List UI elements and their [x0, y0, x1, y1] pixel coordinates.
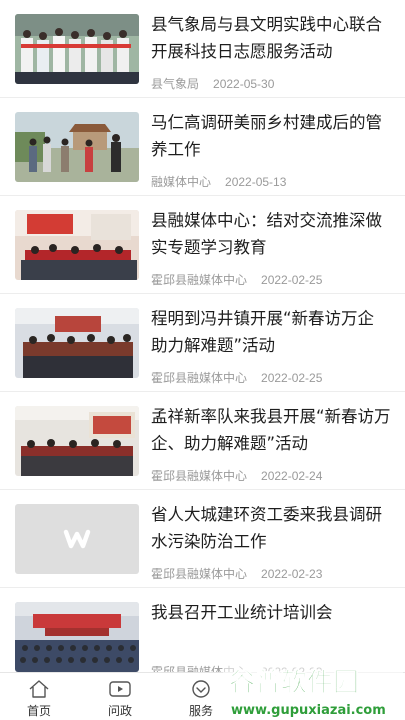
- news-title[interactable]: 程明到冯井镇开展“新春访万企 助力解难题”活动: [151, 305, 393, 359]
- tab-politics-label: 问政: [107, 704, 132, 718]
- tab-home-label: 首页: [26, 704, 51, 718]
- news-source: 融媒体中心: [151, 175, 212, 189]
- news-date: 2022-02-24: [261, 469, 323, 483]
- news-source: 县气象局: [151, 77, 200, 91]
- news-item[interactable]: 马仁高调研美丽乡村建成后的管养工作 融媒体中心 2022-05-13: [0, 98, 405, 196]
- news-thumbnail[interactable]: [15, 308, 139, 378]
- video-play-icon: [109, 681, 131, 697]
- news-item[interactable]: 孟祥新率队来我县开展“新春访万企、助力解难题”活动 霍邱县融媒体中心 2022-0…: [0, 392, 405, 490]
- news-date: 2022-02-23: [261, 567, 323, 581]
- watermark-logo: 谷普软件园 www.gupuxiazai.com: [221, 659, 405, 720]
- service-heart-icon: [192, 680, 210, 698]
- news-item[interactable]: 县气象局与县文明实践中心联合开展科技日志愿服务活动 县气象局 2022-05-30: [0, 0, 405, 98]
- news-item[interactable]: 县融媒体中心：结对交流推深做实专题学习教育 霍邱县融媒体中心 2022-02-25: [0, 196, 405, 294]
- news-meta: 县气象局 2022-05-30: [151, 75, 274, 92]
- news-meta: 霍邱县融媒体中心 2022-02-25: [151, 369, 322, 386]
- news-date: 2022-05-13: [225, 175, 287, 189]
- news-title[interactable]: 我县召开工业统计培训会: [151, 599, 393, 626]
- news-thumbnail-placeholder[interactable]: [15, 504, 139, 574]
- news-meta: 融媒体中心 2022-05-13: [151, 173, 286, 190]
- news-title[interactable]: 县融媒体中心：结对交流推深做实专题学习教育: [151, 207, 393, 261]
- tab-politics[interactable]: 问政: [85, 673, 155, 720]
- news-thumbnail[interactable]: [15, 112, 139, 182]
- news-date: 2022-05-30: [213, 77, 275, 91]
- news-thumbnail[interactable]: [15, 210, 139, 280]
- news-item[interactable]: 程明到冯井镇开展“新春访万企 助力解难题”活动 霍邱县融媒体中心 2022-02-…: [0, 294, 405, 392]
- news-source: 霍邱县融媒体中心: [151, 567, 248, 581]
- news-source: 霍邱县融媒体中心: [151, 469, 248, 483]
- home-icon: [29, 680, 49, 698]
- tab-home[interactable]: 首页: [4, 673, 74, 720]
- news-thumbnail[interactable]: [15, 406, 139, 476]
- watermark-url: www.gupuxiazai.com: [231, 703, 386, 718]
- news-title[interactable]: 马仁高调研美丽乡村建成后的管养工作: [151, 109, 393, 163]
- news-thumbnail[interactable]: [15, 602, 139, 672]
- news-date: 2022-02-25: [261, 273, 323, 287]
- news-meta: 霍邱县融媒体中心 2022-02-25: [151, 271, 322, 288]
- news-title[interactable]: 县气象局与县文明实践中心联合开展科技日志愿服务活动: [151, 11, 393, 65]
- watermark-brand: 谷普软件园: [229, 667, 359, 698]
- news-meta: 霍邱县融媒体中心 2022-02-24: [151, 467, 322, 484]
- news-date: 2022-02-25: [261, 371, 323, 385]
- news-title[interactable]: 省人大城建环资工委来我县调研水污染防治工作: [151, 501, 393, 555]
- news-item[interactable]: 省人大城建环资工委来我县调研水污染防治工作 霍邱县融媒体中心 2022-02-23: [0, 490, 405, 588]
- news-meta: 霍邱县融媒体中心 2022-02-23: [151, 565, 322, 582]
- news-source: 霍邱县融媒体中心: [151, 273, 248, 287]
- news-title[interactable]: 孟祥新率队来我县开展“新春访万企、助力解难题”活动: [151, 403, 393, 457]
- news-source: 霍邱县融媒体中心: [151, 371, 248, 385]
- news-thumbnail[interactable]: [15, 14, 139, 84]
